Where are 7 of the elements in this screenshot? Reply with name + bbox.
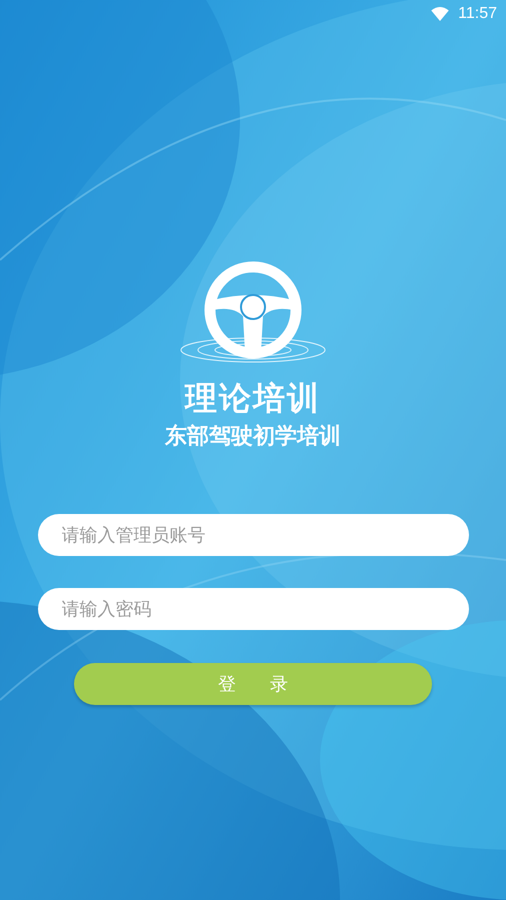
username-field[interactable]: 请输入管理员账号 [38,514,468,556]
status-time: 11:57 [458,5,497,23]
password-field[interactable]: 请输入密码 [38,588,468,630]
login-button[interactable]: 登 录 [74,663,432,705]
wifi-icon [431,7,450,21]
app-subtitle: 东部驾驶初学培训 [165,423,341,451]
app-title: 理论培训 [185,378,321,418]
